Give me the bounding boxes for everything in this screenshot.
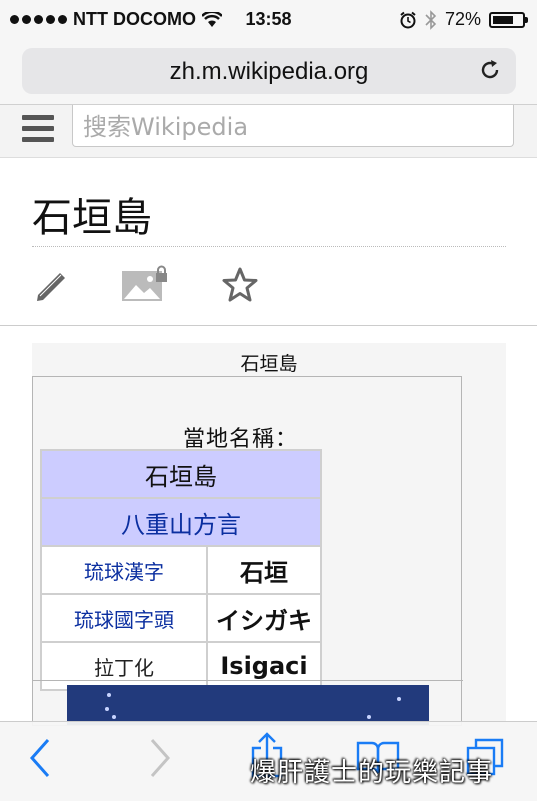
reload-icon[interactable] xyxy=(478,58,502,82)
infobox: 石垣島 當地名稱： 石垣島 八重山方言 琉球漢字 石垣 琉球國字頭 イシガキ 拉… xyxy=(32,343,506,726)
star-icon[interactable] xyxy=(220,265,260,305)
title-divider xyxy=(32,246,506,247)
search-input[interactable]: 搜索Wikipedia xyxy=(72,105,514,147)
name-header: 石垣島 xyxy=(40,449,322,499)
chevron-right-icon[interactable] xyxy=(146,736,172,780)
battery-percent: 72% xyxy=(444,9,481,29)
infobox-caption: 石垣島 xyxy=(240,353,298,375)
locked-image-icon[interactable] xyxy=(120,265,170,305)
content-divider xyxy=(0,325,537,326)
row-label: 拉丁化 xyxy=(40,641,208,691)
page-title: 石垣島 xyxy=(32,195,152,241)
table-row: 琉球國字頭 イシガキ xyxy=(40,593,322,643)
status-bar: NTT DOCOMO 13:58 72% xyxy=(0,0,537,40)
hamburger-menu-icon[interactable] xyxy=(22,115,54,148)
battery-icon xyxy=(489,11,528,28)
row-value: 石垣 xyxy=(206,545,322,595)
wiki-header: 搜索Wikipedia xyxy=(0,105,537,158)
row-value: Isigaci xyxy=(206,641,322,691)
url-text[interactable]: zh.m.wikipedia.org xyxy=(22,58,516,86)
table-row: 拉丁化 Isigaci xyxy=(40,641,322,691)
browser-chrome: zh.m.wikipedia.org xyxy=(0,40,537,105)
row-label-link[interactable]: 琉球國字頭 xyxy=(40,593,208,643)
dialect-link[interactable]: 八重山方言 xyxy=(40,497,322,547)
bluetooth-icon xyxy=(425,9,437,30)
row-label-link[interactable]: 琉球漢字 xyxy=(40,545,208,595)
infobox-frame: 當地名稱： 石垣島 八重山方言 琉球漢字 石垣 琉球國字頭 イシガキ 拉丁化 I… xyxy=(32,376,463,726)
infobox-divider xyxy=(33,680,463,681)
status-right: 72% xyxy=(399,9,528,30)
pencil-icon[interactable] xyxy=(32,265,72,305)
names-table: 石垣島 八重山方言 琉球漢字 石垣 琉球國字頭 イシガキ 拉丁化 Isigaci xyxy=(40,449,322,691)
chevron-left-icon[interactable] xyxy=(28,736,54,780)
address-bar[interactable]: zh.m.wikipedia.org xyxy=(22,48,516,94)
alarm-icon xyxy=(400,11,416,28)
watermark: 爆肝護士的玩樂記事 xyxy=(250,758,494,788)
row-value: イシガキ xyxy=(206,593,322,643)
table-row: 琉球漢字 石垣 xyxy=(40,545,322,595)
infobox-image[interactable] xyxy=(67,685,429,725)
